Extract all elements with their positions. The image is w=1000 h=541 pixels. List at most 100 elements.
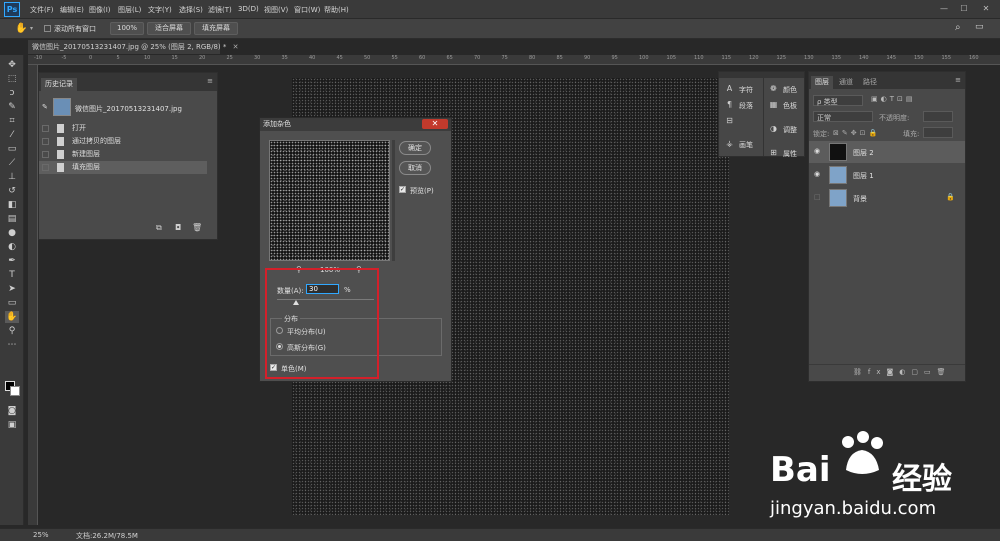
hand-tool-icon[interactable]: ✋ (5, 311, 19, 323)
layer-thumbnail (829, 166, 847, 184)
menu-layer[interactable]: 图层(L) (118, 5, 141, 15)
character-icon: A (726, 84, 733, 93)
ok-button[interactable]: 确定 (399, 141, 431, 155)
ruler-tick: 0 (89, 55, 93, 61)
fill-input[interactable] (923, 127, 953, 138)
eye-icon[interactable]: ◉ (814, 170, 820, 178)
panel-paragraph[interactable]: 段落 (739, 101, 753, 111)
lock-icons[interactable]: ⊠✎✥⊡🔒 (833, 129, 880, 137)
menu-3d[interactable]: 3D(D) (238, 5, 259, 13)
add-noise-dialog: 添加杂色 ✕ 确定 取消 ✓ 预览(P) ⚲ 100% ⚲ 数量(A): % 分… (259, 117, 452, 382)
fit-screen-button[interactable]: 适合屏幕 (147, 22, 191, 35)
quick-mask-icon[interactable]: ◙ (5, 405, 19, 417)
opacity-input[interactable] (923, 111, 953, 122)
menu-select[interactable]: 选择(S) (179, 5, 203, 15)
layer-row[interactable]: ◉ 图层 2 (809, 141, 965, 163)
layer-row[interactable]: □ 背景 🔒 (809, 187, 965, 209)
blend-mode-select[interactable]: 正常 (813, 111, 873, 122)
marquee-tool-icon[interactable]: ⬚ (5, 73, 19, 85)
menu-type[interactable]: 文字(Y) (148, 5, 172, 15)
pen-tool-icon[interactable]: ✒ (5, 255, 19, 267)
tab-channels[interactable]: 通道 (835, 76, 857, 89)
shape-tool-icon[interactable]: ▭ (5, 297, 19, 309)
history-item-checkbox[interactable] (42, 151, 49, 158)
preview-checkbox[interactable]: ✓ (399, 186, 406, 193)
tab-history[interactable]: 历史记录 (41, 78, 77, 91)
dodge-tool-icon[interactable]: ◐ (5, 241, 19, 253)
panel-adjustments[interactable]: 调整 (783, 125, 797, 135)
gradient-tool-icon[interactable]: ▤ (5, 213, 19, 225)
path-select-tool-icon[interactable]: ➤ (5, 283, 19, 295)
layer-action-icons[interactable]: ⛓fx◙◐▢▭🗑 (853, 368, 952, 376)
zoom-tool-icon[interactable]: ⚲ (5, 325, 19, 337)
tab-layers[interactable]: 图层 (811, 76, 833, 89)
scroll-all-checkbox[interactable] (44, 25, 51, 32)
tool-preset-icon[interactable]: ⊟ (725, 116, 734, 125)
screen-mode-icon[interactable]: ▣ (5, 419, 19, 431)
maximize-icon[interactable]: ☐ (956, 3, 972, 15)
status-zoom[interactable]: 25% (33, 531, 49, 539)
history-item[interactable]: 通过拷贝的图层 (39, 135, 207, 148)
eyedropper-tool-icon[interactable]: ⁄ (5, 129, 19, 141)
history-brush-tool-icon[interactable]: ↺ (5, 185, 19, 197)
type-tool-icon[interactable]: T (5, 269, 19, 281)
panel-color[interactable]: 颜色 (783, 85, 797, 95)
tab-paths[interactable]: 路径 (859, 76, 881, 89)
menu-file[interactable]: 文件(F) (30, 5, 54, 15)
stamp-tool-icon[interactable]: ⊥ (5, 171, 19, 183)
eraser-tool-icon[interactable]: ◧ (5, 199, 19, 211)
history-snapshot[interactable]: ✎ 微信图片_20170513231407.jpg (39, 95, 207, 119)
minimize-icon[interactable]: — (936, 3, 952, 15)
menu-edit[interactable]: 编辑(E) (60, 5, 84, 15)
panel-menu-icon[interactable]: ≡ (955, 76, 961, 84)
fill-screen-button[interactable]: 填充屏幕 (194, 22, 238, 35)
workspace-icon[interactable]: ▭ (975, 22, 984, 32)
camera-icon[interactable]: ◘ (175, 223, 181, 232)
panel-swatches[interactable]: 色板 (783, 101, 797, 111)
menu-filter[interactable]: 滤镜(T) (208, 5, 232, 15)
preview-scrollbar[interactable] (392, 140, 395, 261)
menu-view[interactable]: 视图(V) (264, 5, 288, 15)
noise-preview[interactable] (269, 140, 390, 261)
eye-hidden-icon[interactable]: □ (814, 193, 821, 201)
menu-image[interactable]: 图像(I) (89, 5, 111, 15)
eye-icon[interactable]: ◉ (814, 147, 820, 155)
layer-filter-icons[interactable]: ▣◐T⊡▤ (871, 95, 915, 103)
close-icon[interactable]: ✕ (978, 3, 994, 15)
layer-row[interactable]: ◉ 图层 1 (809, 164, 965, 186)
history-item[interactable]: 填充图层 (39, 161, 207, 174)
panel-brush[interactable]: 画笔 (739, 140, 753, 150)
panel-menu-icon[interactable]: ≡ (207, 77, 213, 85)
more-tools-icon[interactable]: ⋯ (5, 339, 19, 351)
dialog-close-icon[interactable]: ✕ (422, 119, 448, 129)
status-arrow-icon[interactable]: › (134, 531, 137, 539)
lasso-tool-icon[interactable]: ↄ (5, 87, 19, 99)
blur-tool-icon[interactable]: ● (5, 227, 19, 239)
ruler-tick: 35 (281, 55, 288, 61)
ruler-tick: 20 (199, 55, 206, 61)
menu-window[interactable]: 窗口(W) (294, 5, 320, 15)
history-item[interactable]: 新建图层 (39, 148, 207, 161)
quick-select-tool-icon[interactable]: ✎ (5, 101, 19, 113)
chevron-down-icon[interactable]: ▾ (30, 25, 33, 32)
tab-close-icon[interactable]: ✕ (233, 43, 239, 51)
history-item-checkbox[interactable] (42, 138, 49, 145)
new-document-from-state-icon[interactable]: ⧉ (156, 223, 162, 233)
healing-tool-icon[interactable]: ▭ (5, 143, 19, 155)
crop-tool-icon[interactable]: ⌗ (5, 115, 19, 127)
brush-tool-icon[interactable]: ⟋ (5, 157, 19, 169)
zoom-100-button[interactable]: 100% (110, 22, 144, 35)
history-item-checkbox[interactable] (42, 125, 49, 132)
history-item-checkbox[interactable] (42, 164, 49, 171)
panel-properties[interactable]: 属性 (783, 149, 797, 159)
menu-help[interactable]: 帮助(H) (324, 5, 349, 15)
move-tool-icon[interactable]: ✥ (5, 59, 19, 71)
trash-icon[interactable]: 🗑 (192, 223, 202, 232)
layer-kind-filter[interactable]: ρ 类型 (813, 95, 863, 106)
search-icon[interactable]: ⌕ (955, 22, 961, 33)
history-item[interactable]: 打开 (39, 122, 207, 135)
document-tab[interactable]: 微信图片_20170513231407.jpg @ 25% (图层 2, RGB… (28, 40, 238, 54)
panel-character[interactable]: 字符 (739, 85, 753, 95)
cancel-button[interactable]: 取消 (399, 161, 431, 175)
background-color-swatch[interactable] (10, 386, 20, 396)
